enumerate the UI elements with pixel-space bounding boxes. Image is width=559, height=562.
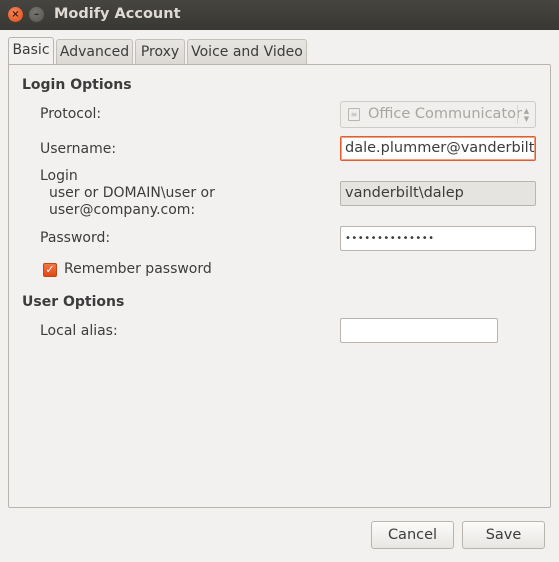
title-bar: × – Modify Account (0, 0, 559, 30)
cancel-button[interactable]: Cancel (371, 521, 454, 549)
basic-tab-panel (8, 64, 551, 508)
minimize-window-icon[interactable]: – (29, 7, 44, 22)
local-alias-label: Local alias: (40, 323, 118, 339)
protocol-label: Protocol: (40, 106, 102, 122)
protocol-value: Office Communicator (368, 106, 522, 122)
window-title: Modify Account (54, 6, 181, 22)
login-options-heading: Login Options (22, 77, 132, 93)
login-label-hint-2: user@company.com: (49, 202, 196, 218)
close-window-icon[interactable]: × (8, 7, 23, 22)
local-alias-input[interactable] (340, 318, 498, 343)
tab-advanced[interactable]: Advanced (56, 39, 133, 64)
login-input[interactable]: vanderbilt\dalep (340, 181, 536, 206)
remember-password-checkbox[interactable]: ✓ (43, 263, 57, 277)
login-label-hint: user or DOMAIN\user or (49, 185, 215, 201)
remember-password-label[interactable]: Remember password (64, 261, 212, 277)
user-options-heading: User Options (22, 294, 125, 310)
tab-voice-and-video[interactable]: Voice and Video (187, 39, 307, 64)
tab-proxy[interactable]: Proxy (135, 39, 185, 64)
password-input[interactable]: •••••••••••••• (340, 226, 536, 251)
save-button[interactable]: Save (462, 521, 545, 549)
tab-basic[interactable]: Basic (8, 37, 54, 64)
spin-arrows-icon: ▲ ▼ (517, 105, 535, 124)
password-label: Password: (40, 230, 111, 246)
username-input[interactable]: dale.plummer@vanderbilt.edu (340, 136, 536, 161)
protocol-icon: ≡ (348, 108, 360, 121)
protocol-select: ≡ Office Communicator ▲ ▼ (340, 101, 536, 128)
username-label: Username: (40, 141, 117, 157)
login-label: Login (40, 168, 78, 184)
